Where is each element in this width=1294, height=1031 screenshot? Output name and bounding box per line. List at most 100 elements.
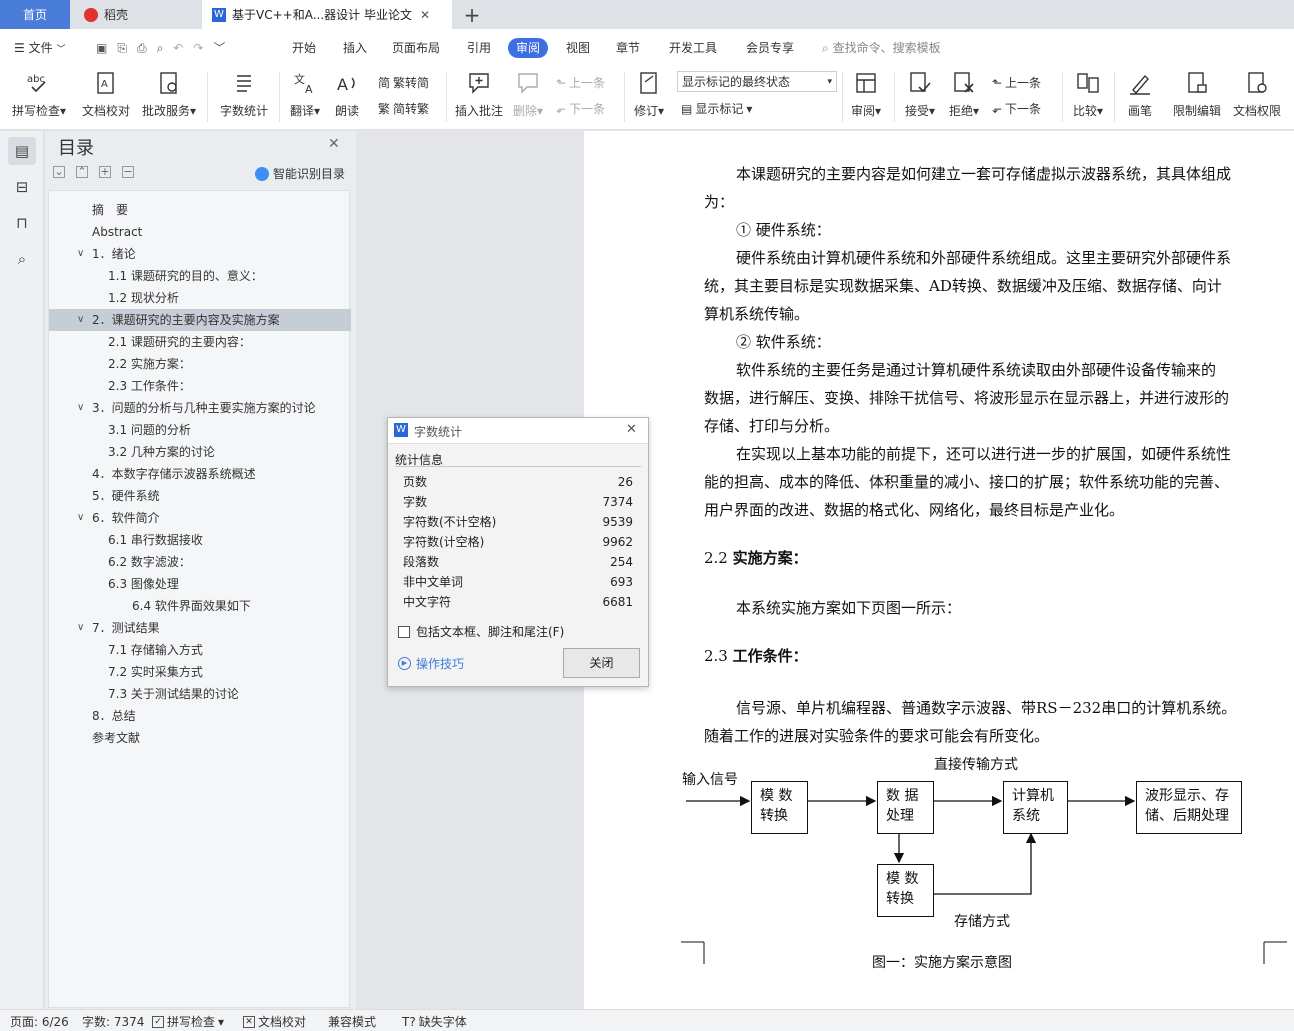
toc-item[interactable]: 6.3 图像处理 (49, 573, 351, 595)
toc-icon[interactable]: ▤ (8, 137, 36, 165)
command-search[interactable]: ⌕ 查找命令、搜索模板 (822, 38, 941, 58)
delete-comment-button[interactable]: 删除▾ (510, 66, 546, 119)
export-pdf-icon[interactable]: ⎘ (117, 38, 127, 58)
menu-references[interactable]: 引用 (467, 38, 491, 58)
toc-item[interactable]: ∨ 7．测试结果 (49, 617, 351, 639)
show-markup-button[interactable]: ▤ 显示标记 ▾ (681, 100, 752, 117)
next-change-button[interactable]: ⬐ 下一条 (992, 100, 1041, 117)
chevron-down-icon[interactable]: ∨ (77, 617, 84, 639)
tab-document[interactable]: W 基于VC++和A...器设计 毕业论文 ✕ (202, 0, 452, 29)
pen-button[interactable]: 画笔 (1122, 66, 1158, 119)
chevron-down-icon[interactable]: ∨ (77, 243, 84, 265)
toc-item[interactable]: 2.3 工作条件： (49, 375, 351, 397)
tab-home[interactable]: 首页 (0, 0, 70, 29)
remove-heading-icon[interactable]: − (122, 166, 134, 178)
toc-item[interactable]: 6.2 数字滤波： (49, 551, 351, 573)
toc-item[interactable]: 7.2 实时采集方式 (49, 661, 351, 683)
document-page[interactable]: 本课题研究的主要内容是如何建立一套可存储虚拟示波器系统，其具体组成 为： ① 硬… (584, 131, 1294, 1009)
menu-review[interactable]: 审阅 (508, 38, 549, 58)
next-comment-button[interactable]: ⬐ 下一条 (556, 100, 605, 117)
chevron-down-icon[interactable]: ∨ (77, 507, 84, 529)
markup-mode-select[interactable]: 显示标记的最终状态 ▾ (677, 71, 837, 92)
toc-item[interactable]: 2.2 实施方案： (49, 353, 351, 375)
dialog-titlebar[interactable]: W 字数统计 ✕ (388, 418, 648, 444)
toc-item[interactable]: 参考文献 (49, 727, 351, 749)
menu-member[interactable]: 会员专享 (746, 38, 794, 58)
doc-proof-button[interactable]: A 文档校对 (80, 66, 132, 119)
undo-icon[interactable]: ↶ (173, 38, 183, 58)
missing-font-button[interactable]: T? 缺失字体 (402, 1013, 467, 1030)
chevron-down-icon[interactable]: ∨ (77, 309, 84, 331)
doc-proof-status[interactable]: ✕ 文档校对 (243, 1013, 306, 1030)
to-traditional-button[interactable]: 简繁转简 (378, 74, 429, 91)
menu-chapter[interactable]: 章节 (616, 38, 640, 58)
toc-item[interactable]: ∨ 6．软件简介 (49, 507, 351, 529)
close-icon[interactable]: ✕ (420, 8, 430, 22)
toc-item[interactable]: 5．硬件系统 (49, 485, 351, 507)
collapse-all-icon[interactable]: ⌄ (53, 166, 65, 178)
toc-item[interactable]: 7.1 存储输入方式 (49, 639, 351, 661)
toc-item[interactable]: 8．总结 (49, 705, 351, 727)
translate-button[interactable]: 文A 翻译▾ (286, 66, 324, 119)
tab-daoke[interactable]: 稻壳 (72, 0, 200, 29)
batch-service-button[interactable]: 批改服务▾ (140, 66, 198, 119)
revise-button[interactable]: 修订▾ (630, 66, 668, 119)
menu-layout[interactable]: 页面布局 (392, 38, 440, 58)
compare-button[interactable]: 比较▾ (1068, 66, 1108, 119)
close-icon[interactable]: ✕ (626, 422, 637, 437)
word-count-indicator[interactable]: 字数: 7374 (82, 1013, 144, 1030)
save-icon[interactable]: ▣ (96, 38, 107, 58)
menu-view[interactable]: 视图 (566, 38, 590, 58)
toc-item[interactable]: ∨ 1．绪论 (49, 243, 351, 265)
toc-item[interactable]: 3.1 问题的分析 (49, 419, 351, 441)
print-preview-icon[interactable]: ⌕ (157, 38, 164, 58)
prev-comment-button[interactable]: ⬑ 上一条 (556, 74, 605, 91)
accept-icon (910, 72, 931, 93)
expand-all-icon[interactable]: ⌃ (76, 166, 88, 178)
insert-comment-button[interactable]: 插入批注 (452, 66, 506, 119)
reject-button[interactable]: 拒绝▾ (944, 66, 984, 119)
page-indicator[interactable]: 页面: 6/26 (10, 1013, 69, 1030)
spell-check-button[interactable]: abc 拼写检查▾ (10, 66, 68, 119)
include-textbox-checkbox[interactable]: 包括文本框、脚注和尾注(F) (398, 623, 564, 640)
read-aloud-button[interactable]: A 朗读 (330, 66, 364, 119)
chevron-down-icon[interactable]: ∨ (77, 397, 84, 419)
toc-item[interactable]: 1.1 课题研究的目的、意义： (49, 265, 351, 287)
menu-start[interactable]: 开始 (292, 38, 316, 58)
close-button[interactable]: 关闭 (563, 648, 640, 678)
toc-item[interactable]: 2.1 课题研究的主要内容： (49, 331, 351, 353)
word-count-button[interactable]: 字数统计 (216, 66, 272, 119)
smart-toc-button[interactable]: 智能识别目录 (255, 165, 345, 182)
review-pane-button[interactable]: 审阅▾ (846, 66, 886, 119)
customize-dropdown-icon[interactable]: ﹀ (213, 38, 225, 58)
redo-icon[interactable]: ↷ (193, 38, 203, 58)
doc-permission-button[interactable]: 文档权限 (1230, 66, 1284, 119)
prev-change-button[interactable]: ⬑ 上一条 (992, 74, 1041, 91)
toc-item[interactable]: 1.2 现状分析 (49, 287, 351, 309)
toc-item[interactable]: ∨ 3．问题的分析与几种主要实施方案的讨论 (49, 397, 351, 419)
toc-item[interactable]: 6.4 软件界面效果如下 (49, 595, 351, 617)
new-tab-button[interactable]: + (458, 0, 486, 29)
toc-item[interactable]: 摘 要 (49, 199, 351, 221)
close-icon[interactable]: ✕ (328, 136, 340, 152)
accept-button[interactable]: 接受▾ (900, 66, 940, 119)
toc-item[interactable]: 6.1 串行数据接收 (49, 529, 351, 551)
tips-link[interactable]: ▶ 操作技巧 (398, 655, 464, 672)
toc-item[interactable]: ∨ 2．课题研究的主要内容及实施方案 (49, 309, 351, 331)
chapter-nav-icon[interactable]: ⊟ (8, 173, 36, 201)
toc-item[interactable]: 3.2 几种方案的讨论 (49, 441, 351, 463)
bookmark-icon[interactable]: ⊓ (8, 209, 36, 237)
toc-item[interactable]: Abstract (49, 221, 351, 243)
add-heading-icon[interactable]: + (99, 166, 111, 178)
to-simplified-button[interactable]: 繁简转繁 (378, 100, 429, 117)
spell-check-status[interactable]: ✓ 拼写检查 ▾ (152, 1013, 224, 1030)
restrict-edit-button[interactable]: 限制编辑 (1170, 66, 1224, 119)
search-icon[interactable]: ⌕ (8, 245, 36, 273)
print-icon[interactable]: ⎙ (137, 38, 147, 58)
toc-item[interactable]: 7.3 关于测试结果的讨论 (49, 683, 351, 705)
menu-insert[interactable]: 插入 (343, 38, 367, 58)
toc-item[interactable]: 4．本数字存储示波器系统概述 (49, 463, 351, 485)
menu-developer[interactable]: 开发工具 (669, 38, 717, 58)
checkbox-checked-icon: ✓ (152, 1015, 164, 1028)
file-menu[interactable]: ☰ 文件 ﹀ (14, 38, 65, 58)
